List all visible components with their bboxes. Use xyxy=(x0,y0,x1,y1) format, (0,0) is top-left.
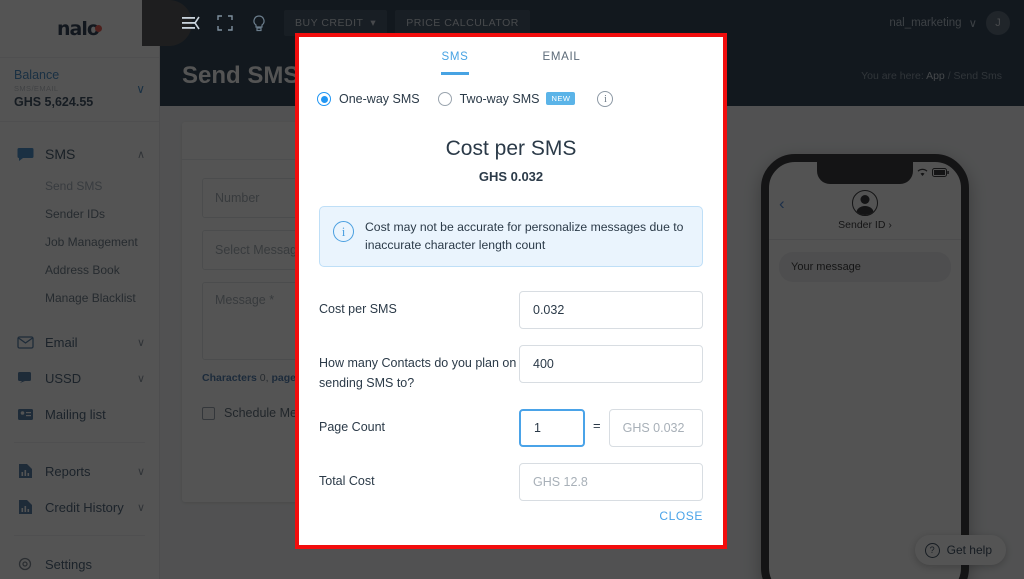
accuracy-notice-text: Cost may not be accurate for personalize… xyxy=(365,220,684,252)
equals-sign: = xyxy=(593,418,601,434)
modal-title: Cost per SMS xyxy=(445,137,577,160)
price-calculator-modal: SMS EMAIL One-way SMS Two-way SMS NEW i … xyxy=(295,33,727,549)
total-cost-input[interactable]: GHS 12.8 xyxy=(519,463,703,502)
tab-sms[interactable]: SMS xyxy=(441,51,469,75)
lightbulb-icon[interactable] xyxy=(242,0,276,46)
tab-email[interactable]: EMAIL xyxy=(543,51,581,75)
info-circle-icon[interactable]: i xyxy=(597,91,614,107)
contacts-count-label: How many Contacts do you plan on sending… xyxy=(319,356,517,390)
modal-tabs: SMS EMAIL xyxy=(299,37,723,75)
field-row-contacts: How many Contacts do you plan on sending… xyxy=(319,345,703,393)
new-badge: NEW xyxy=(546,91,576,105)
page-cost-input[interactable]: GHS 0.032 xyxy=(608,409,703,448)
radio-two-way-sms-label: Two-way SMS xyxy=(459,92,540,106)
app-root: nalo Balance SMS/EMAIL GHS 5,624.55 ∨ SM… xyxy=(0,0,1024,579)
fullscreen-icon[interactable] xyxy=(208,0,242,46)
cost-per-sms-input[interactable]: 0.032 xyxy=(519,291,703,330)
modal-inner: SMS EMAIL One-way SMS Two-way SMS NEW i … xyxy=(299,37,723,545)
modal-subtitle: GHS 0.032 xyxy=(478,169,544,184)
total-cost-label: Total Cost xyxy=(319,474,375,489)
radio-one-way-sms-label: One-way SMS xyxy=(339,92,420,106)
page-count-input[interactable]: 1 xyxy=(519,409,585,448)
field-row-total-cost: Total Cost GHS 12.8 xyxy=(319,463,703,502)
page-count-label: Page Count xyxy=(319,420,386,435)
cost-per-sms-label: Cost per SMS xyxy=(319,302,397,317)
info-circle-icon: i xyxy=(333,221,354,242)
radio-two-way-sms[interactable] xyxy=(437,92,452,106)
field-row-page-count: Page Count 1 = GHS 0.032 xyxy=(319,409,703,448)
close-button[interactable]: CLOSE xyxy=(659,509,703,523)
contacts-count-input[interactable]: 400 xyxy=(519,345,703,384)
sms-type-radio-group: One-way SMS Two-way SMS NEW i xyxy=(299,75,723,107)
accuracy-notice: i Cost may not be accurate for personali… xyxy=(319,206,703,268)
radio-one-way-sms[interactable] xyxy=(317,92,331,106)
calculator-fields: Cost per SMS 0.032 How many Contacts do … xyxy=(299,267,723,502)
field-row-cost-per-sms: Cost per SMS 0.032 xyxy=(319,291,703,330)
hamburger-icon[interactable] xyxy=(174,0,208,46)
